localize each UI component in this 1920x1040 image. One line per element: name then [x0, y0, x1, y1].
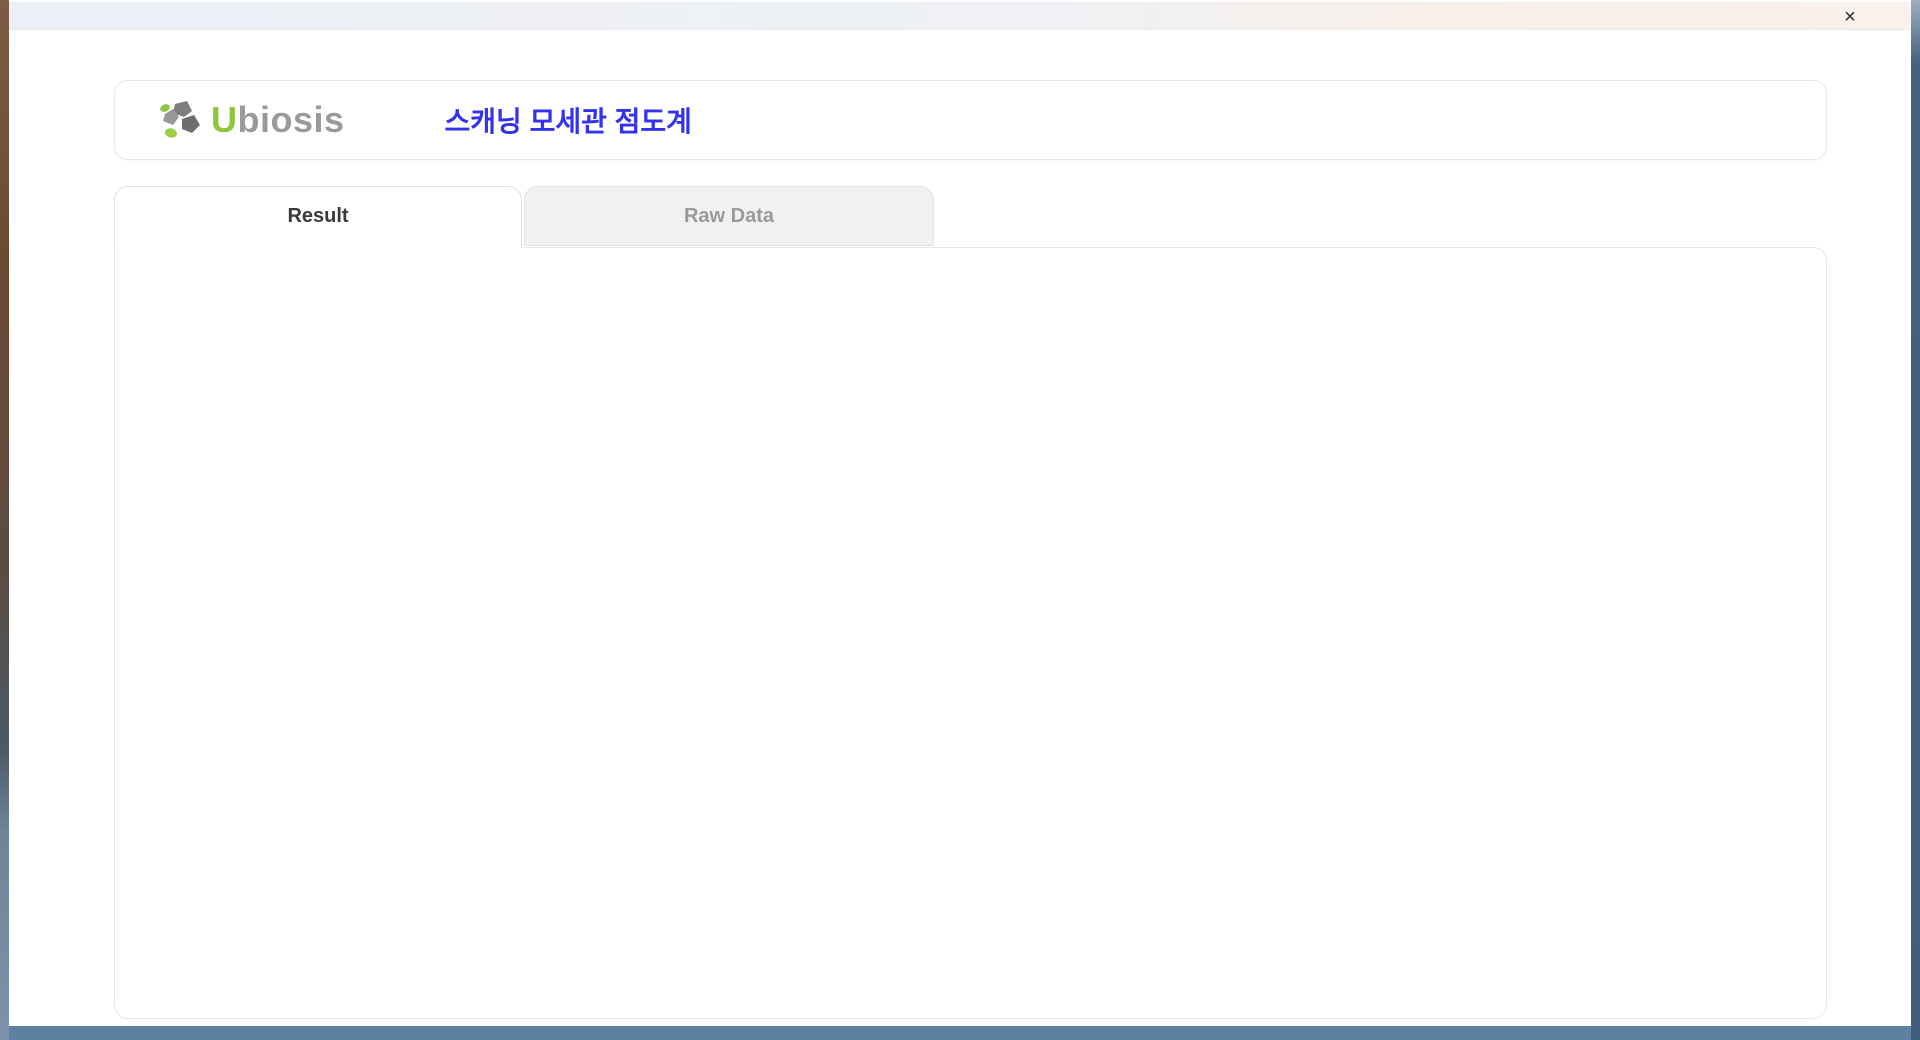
desktop-background-left — [0, 0, 9, 1040]
desktop-background-right — [1911, 0, 1920, 1040]
app-window: × Ubiosis 스캐닝 모세관 점도계 Result Raw Data — [9, 0, 1911, 1026]
result-tab-panel — [114, 247, 1827, 1019]
brand-logo: Ubiosis — [157, 99, 345, 141]
title-bar: × — [9, 2, 1911, 30]
tab-raw-data[interactable]: Raw Data — [524, 186, 934, 246]
header-card: Ubiosis 스캐닝 모세관 점도계 — [114, 80, 1827, 160]
brand-text: Ubiosis — [211, 99, 345, 141]
brand-u: U — [211, 99, 238, 140]
pebbles-logo-icon — [157, 99, 205, 141]
app-title-korean: 스캐닝 모세관 점도계 — [444, 106, 692, 137]
tab-result[interactable]: Result — [114, 186, 522, 248]
desktop-background-bottom — [9, 1026, 1911, 1040]
close-button[interactable]: × — [1837, 5, 1863, 29]
brand-rest: biosis — [237, 99, 345, 140]
